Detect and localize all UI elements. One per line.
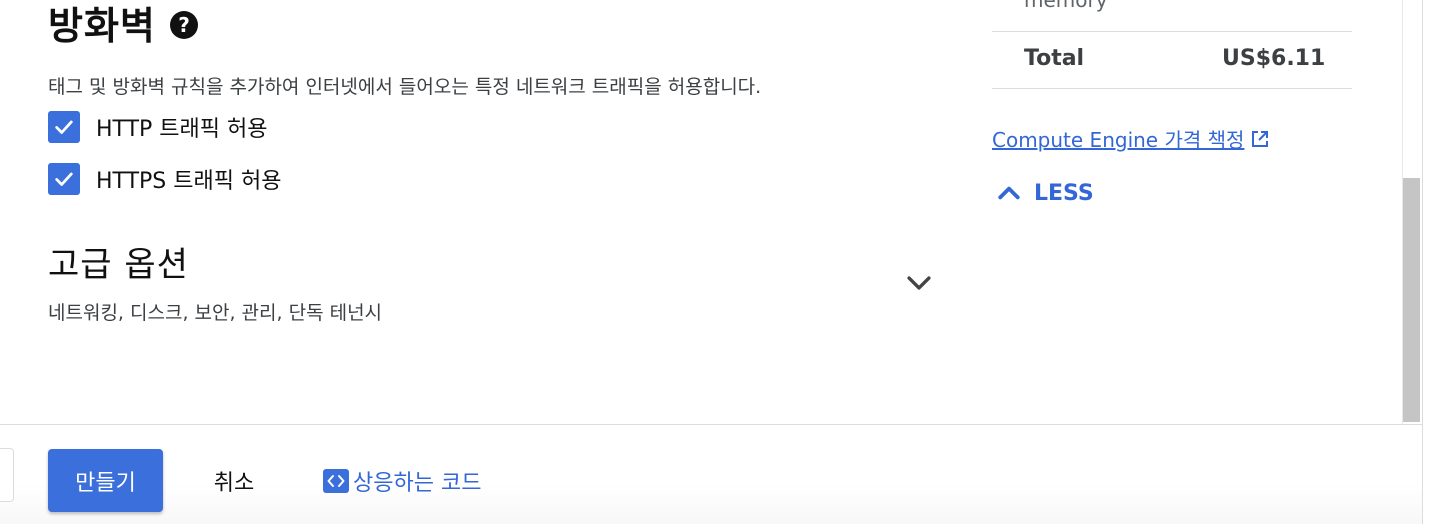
total-value: US$6.11 bbox=[1222, 46, 1326, 71]
advanced-options-subtitle: 네트워킹, 디스크, 보안, 관리, 단독 테넌시 bbox=[48, 302, 383, 324]
chevron-up-icon bbox=[998, 186, 1020, 200]
pricing-link-label[interactable]: Compute Engine 가격 책정 bbox=[992, 124, 1244, 153]
panel-edge bbox=[1422, 0, 1423, 524]
create-button[interactable]: 만들기 bbox=[48, 449, 163, 512]
firewall-title: 방화벽 bbox=[48, 4, 156, 48]
equivalent-code-button[interactable]: 상응하는 코드 bbox=[323, 462, 481, 500]
cost-row-memory-label: memory bbox=[1024, 0, 1108, 12]
https-checkbox[interactable] bbox=[48, 163, 80, 195]
divider bbox=[992, 31, 1352, 32]
less-label: LESS bbox=[1034, 180, 1094, 206]
open-in-new-icon bbox=[1252, 130, 1269, 147]
collapsed-panel-button[interactable] bbox=[0, 448, 14, 502]
advanced-options-title[interactable]: 고급 옵션 bbox=[48, 243, 189, 287]
less-toggle-button[interactable]: LESS bbox=[994, 178, 1094, 208]
http-checkbox[interactable] bbox=[48, 111, 80, 143]
pricing-link[interactable]: Compute Engine 가격 책정 bbox=[992, 124, 1272, 153]
cancel-button[interactable]: 취소 bbox=[196, 462, 272, 500]
equivalent-code-label: 상응하는 코드 bbox=[353, 471, 482, 496]
total-label: Total bbox=[1024, 46, 1085, 71]
http-checkbox-label: HTTP 트래픽 허용 bbox=[96, 117, 268, 142]
scrollbar-thumb[interactable] bbox=[1403, 178, 1420, 422]
chevron-down-icon[interactable] bbox=[902, 266, 936, 300]
firewall-description: 태그 및 방화벽 규칙을 추가하여 인터넷에서 들어오는 특정 네트워크 트래픽… bbox=[48, 76, 762, 98]
checkmark-icon bbox=[55, 172, 73, 186]
code-icon bbox=[323, 469, 349, 493]
help-circle-icon[interactable]: ? bbox=[170, 11, 198, 39]
action-bar-divider bbox=[0, 424, 1422, 425]
checkmark-icon bbox=[55, 120, 73, 134]
allow-https-option[interactable]: HTTPS 트래픽 허용 bbox=[48, 163, 281, 195]
https-checkbox-label: HTTPS 트래픽 허용 bbox=[96, 169, 282, 194]
allow-http-option[interactable]: HTTP 트래픽 허용 bbox=[48, 111, 268, 143]
divider bbox=[992, 88, 1352, 89]
